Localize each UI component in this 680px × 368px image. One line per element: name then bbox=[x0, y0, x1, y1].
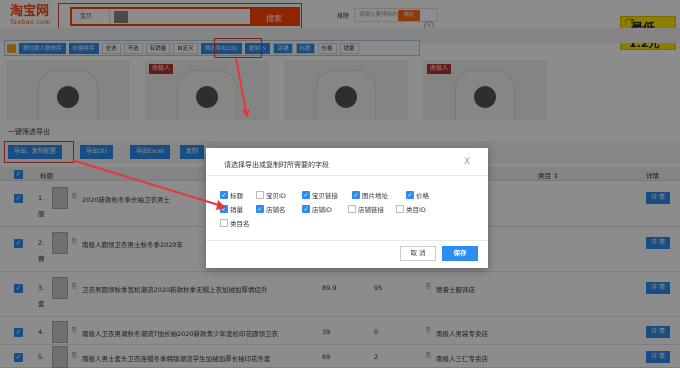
annotation-arrows bbox=[71, 57, 250, 210]
arrow-head bbox=[216, 200, 226, 210]
arrow-line bbox=[71, 159, 223, 207]
arrow-head bbox=[242, 110, 250, 118]
arrow-line bbox=[235, 57, 247, 113]
